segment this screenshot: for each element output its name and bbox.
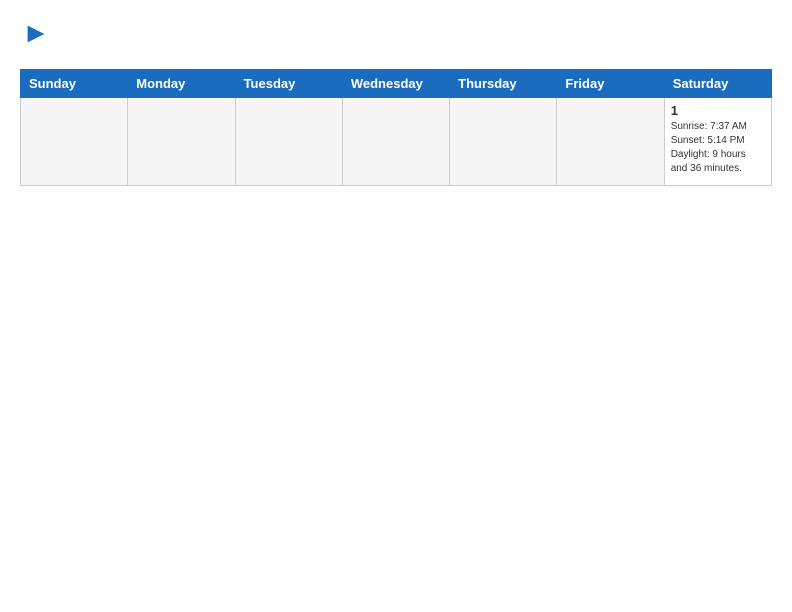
col-friday: Friday bbox=[557, 70, 664, 98]
col-monday: Monday bbox=[128, 70, 235, 98]
calendar-cell bbox=[235, 98, 342, 186]
logo-icon bbox=[22, 20, 50, 48]
day-info: Sunrise: 7:37 AM Sunset: 5:14 PM Dayligh… bbox=[671, 120, 765, 176]
col-saturday: Saturday bbox=[664, 70, 771, 98]
page-header bbox=[20, 20, 772, 53]
calendar-cell bbox=[342, 98, 449, 186]
day-number: 1 bbox=[671, 103, 765, 118]
col-thursday: Thursday bbox=[450, 70, 557, 98]
col-wednesday: Wednesday bbox=[342, 70, 449, 98]
col-tuesday: Tuesday bbox=[235, 70, 342, 98]
calendar-week-1: 1 Sunrise: 7:37 AM Sunset: 5:14 PM Daylig… bbox=[21, 98, 772, 186]
calendar-table: Sunday Monday Tuesday Wednesday Thursday… bbox=[20, 69, 772, 186]
col-sunday: Sunday bbox=[21, 70, 128, 98]
calendar-cell bbox=[21, 98, 128, 186]
calendar-header-row: Sunday Monday Tuesday Wednesday Thursday… bbox=[21, 70, 772, 98]
calendar-cell bbox=[557, 98, 664, 186]
calendar-cell bbox=[450, 98, 557, 186]
logo bbox=[20, 20, 50, 53]
calendar-cell bbox=[128, 98, 235, 186]
calendar-cell: 1 Sunrise: 7:37 AM Sunset: 5:14 PM Daylig… bbox=[664, 98, 771, 186]
